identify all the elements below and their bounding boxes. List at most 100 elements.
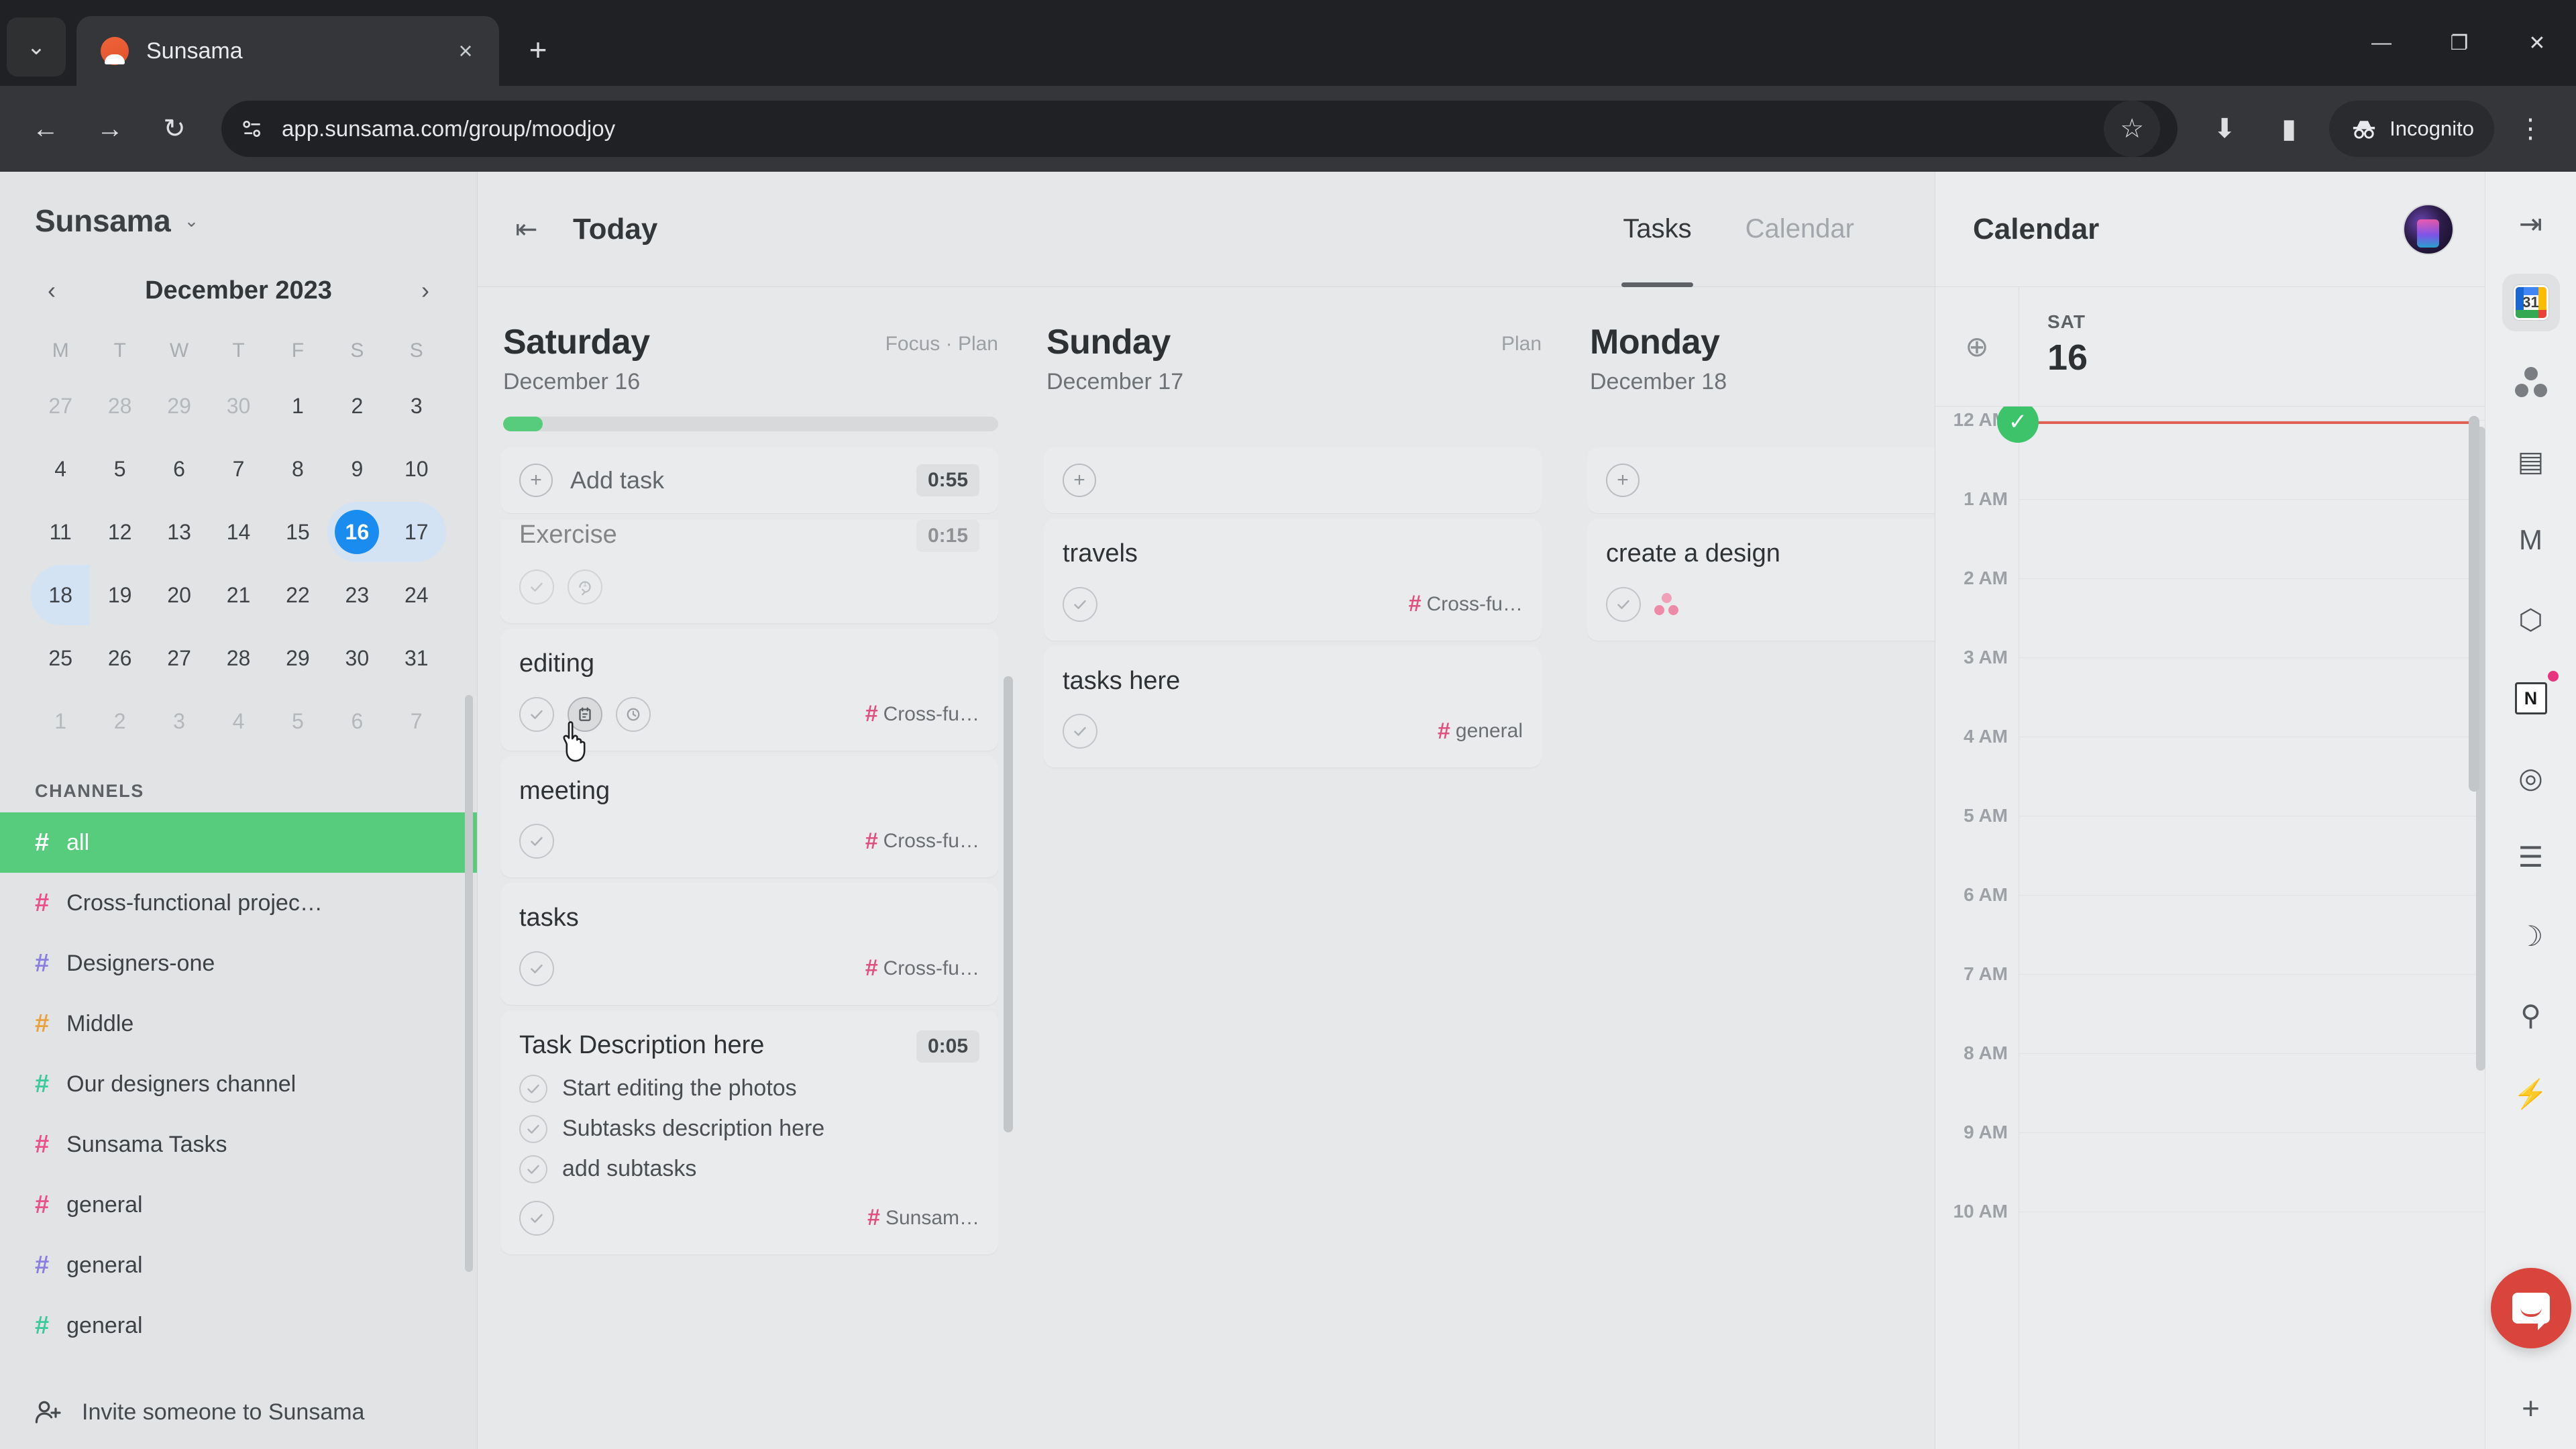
subtask-checkbox-icon[interactable] <box>519 1114 547 1143</box>
address-bar[interactable]: app.sunsama.com/group/moodjoy ☆ <box>221 101 2178 157</box>
add-task-button[interactable]: + <box>1044 447 1542 513</box>
mini-calendar-cell[interactable]: 5 <box>90 439 149 499</box>
mini-calendar-cell[interactable]: 3 <box>387 376 446 436</box>
mini-calendar-day[interactable]: 2 <box>335 384 379 428</box>
maximize-button[interactable]: ❐ <box>2420 0 2498 86</box>
calendar-scrollbar[interactable] <box>2469 416 2479 792</box>
mini-calendar-day[interactable]: 17 <box>394 510 439 554</box>
mini-calendar-day[interactable]: 4 <box>38 447 83 491</box>
mini-calendar-day[interactable]: 25 <box>38 636 83 680</box>
mini-calendar-day[interactable]: 31 <box>394 636 439 680</box>
subtask-checkbox-icon[interactable] <box>519 1155 547 1183</box>
prev-month-icon[interactable]: ‹ <box>31 270 72 311</box>
asana-icon[interactable] <box>2502 353 2560 411</box>
mini-calendar-day[interactable]: 18 <box>38 573 83 617</box>
downloads-icon[interactable]: ⬇ <box>2196 101 2253 157</box>
mini-calendar-day[interactable]: 9 <box>335 447 379 491</box>
zoom-in-icon[interactable]: ⊕ <box>1935 287 2019 406</box>
invite-someone-button[interactable]: Invite someone to Sunsama <box>0 1375 477 1449</box>
mini-calendar-cell[interactable]: 8 <box>268 439 327 499</box>
tab-calendar[interactable]: Calendar <box>1719 172 1881 287</box>
tab-search-chevron-icon[interactable]: ⌄ <box>7 17 66 76</box>
mini-calendar-cell[interactable]: 26 <box>90 628 149 688</box>
trello-icon[interactable]: ▤ <box>2502 432 2560 490</box>
minimize-button[interactable]: — <box>2343 0 2420 86</box>
mini-calendar-day[interactable]: 30 <box>335 636 379 680</box>
mini-calendar-cell[interactable]: 4 <box>31 439 90 499</box>
mini-calendar-day[interactable]: 11 <box>38 510 83 554</box>
mini-calendar-day[interactable]: 14 <box>216 510 260 554</box>
sidebar-channel-cross-functional-projec[interactable]: # Cross-functional projec… <box>0 873 477 933</box>
task-card[interactable]: Task Description here 0:05 Start editing t… <box>500 1010 998 1254</box>
column-tags[interactable]: Focus · Plan <box>885 322 998 356</box>
task-channel-tag[interactable]: # Cross-fu… <box>865 955 979 981</box>
mini-calendar-day[interactable]: 30 <box>216 384 260 428</box>
mini-calendar-day[interactable]: 13 <box>157 510 201 554</box>
task-channel-tag[interactable]: # general <box>1438 718 1523 745</box>
mini-calendar-cell[interactable]: 17 <box>386 502 446 562</box>
task-channel-tag[interactable]: # Cross-fu… <box>865 701 979 727</box>
column-tags[interactable]: Plan <box>1501 322 1542 356</box>
mini-calendar-day[interactable]: 19 <box>98 573 142 617</box>
mini-calendar-day[interactable]: 4 <box>216 699 260 743</box>
notion-icon[interactable]: N <box>2502 669 2560 727</box>
mini-calendar-cell[interactable]: 7 <box>387 691 446 751</box>
forward-icon[interactable]: → <box>82 101 138 157</box>
mini-calendar-cell[interactable]: 20 <box>150 565 209 625</box>
subtask-row[interactable]: add subtasks <box>519 1155 979 1183</box>
target-icon[interactable]: ◎ <box>2502 749 2560 806</box>
task-card[interactable]: travels # Cross-fu… <box>1044 519 1542 641</box>
site-settings-icon[interactable] <box>239 115 266 142</box>
column-scrollbar[interactable] <box>1004 676 1013 1132</box>
mini-calendar-cell[interactable]: 9 <box>327 439 386 499</box>
tab-tasks[interactable]: Tasks <box>1596 172 1718 287</box>
mini-calendar-day[interactable]: 6 <box>157 447 201 491</box>
complete-task-icon[interactable] <box>519 1200 554 1236</box>
mini-calendar-cell[interactable]: 18 <box>31 565 91 625</box>
expand-panel-icon[interactable]: ⇥ <box>2502 195 2560 252</box>
search-icon[interactable]: ⚲ <box>2502 986 2560 1044</box>
mini-calendar-day[interactable]: 2 <box>98 699 142 743</box>
sidebar-channel-designers-one[interactable]: # Designers-one <box>0 933 477 994</box>
mini-calendar-day[interactable]: 20 <box>157 573 201 617</box>
close-window-button[interactable]: ✕ <box>2498 0 2576 86</box>
task-channel-tag[interactable]: # Cross-fu… <box>865 828 979 855</box>
back-icon[interactable]: ← <box>17 101 74 157</box>
mini-calendar-cell[interactable]: 27 <box>31 376 90 436</box>
mini-calendar-cell[interactable]: 3 <box>150 691 209 751</box>
mini-calendar-cell[interactable]: 30 <box>209 376 268 436</box>
mini-calendar-day[interactable]: 23 <box>335 573 379 617</box>
github-icon[interactable]: ⬡ <box>2502 590 2560 648</box>
notes-icon[interactable] <box>568 696 602 732</box>
mini-calendar-cell[interactable]: 7 <box>209 439 268 499</box>
sidebar-channel-general[interactable]: # general <box>0 1295 477 1356</box>
timer-icon[interactable] <box>616 696 651 732</box>
sidebar-channel-all[interactable]: # all <box>0 812 477 873</box>
mini-calendar-cell[interactable]: 25 <box>31 628 90 688</box>
mini-calendar-day[interactable]: 3 <box>157 699 201 743</box>
add-task-button[interactable]: + Add task 0:55 <box>500 447 998 513</box>
mini-calendar-cell[interactable]: 13 <box>150 502 209 562</box>
mini-calendar-cell[interactable]: 27 <box>150 628 209 688</box>
bookmark-star-icon[interactable]: ☆ <box>2104 101 2161 157</box>
browser-tab[interactable]: Sunsama × <box>76 16 499 86</box>
mini-calendar-cell[interactable]: 31 <box>387 628 446 688</box>
mini-calendar-day[interactable]: 1 <box>276 384 320 428</box>
mini-calendar-day[interactable]: 26 <box>98 636 142 680</box>
task-card[interactable]: meeting # Cross-fu… <box>500 755 998 878</box>
mini-calendar-day[interactable]: 5 <box>98 447 142 491</box>
archive-icon[interactable]: ☰ <box>2502 828 2560 885</box>
sidebar-channel-general[interactable]: # general <box>0 1175 477 1235</box>
mini-calendar-day[interactable]: 7 <box>216 447 260 491</box>
mini-calendar-cell[interactable]: 22 <box>268 565 327 625</box>
mini-calendar-cell[interactable]: 28 <box>209 628 268 688</box>
right-calendar-day[interactable]: SAT 16 <box>2019 287 2485 406</box>
task-card[interactable]: Exercise 0:15 1 <box>500 520 998 623</box>
mini-calendar-day[interactable]: 1 <box>38 699 83 743</box>
mini-calendar-cell[interactable]: 30 <box>327 628 386 688</box>
mini-calendar-cell[interactable]: 6 <box>327 691 386 751</box>
mini-calendar-cell[interactable]: 4 <box>209 691 268 751</box>
next-month-icon[interactable]: › <box>405 270 446 311</box>
complete-task-icon[interactable] <box>519 570 554 604</box>
complete-task-icon[interactable] <box>519 824 554 859</box>
